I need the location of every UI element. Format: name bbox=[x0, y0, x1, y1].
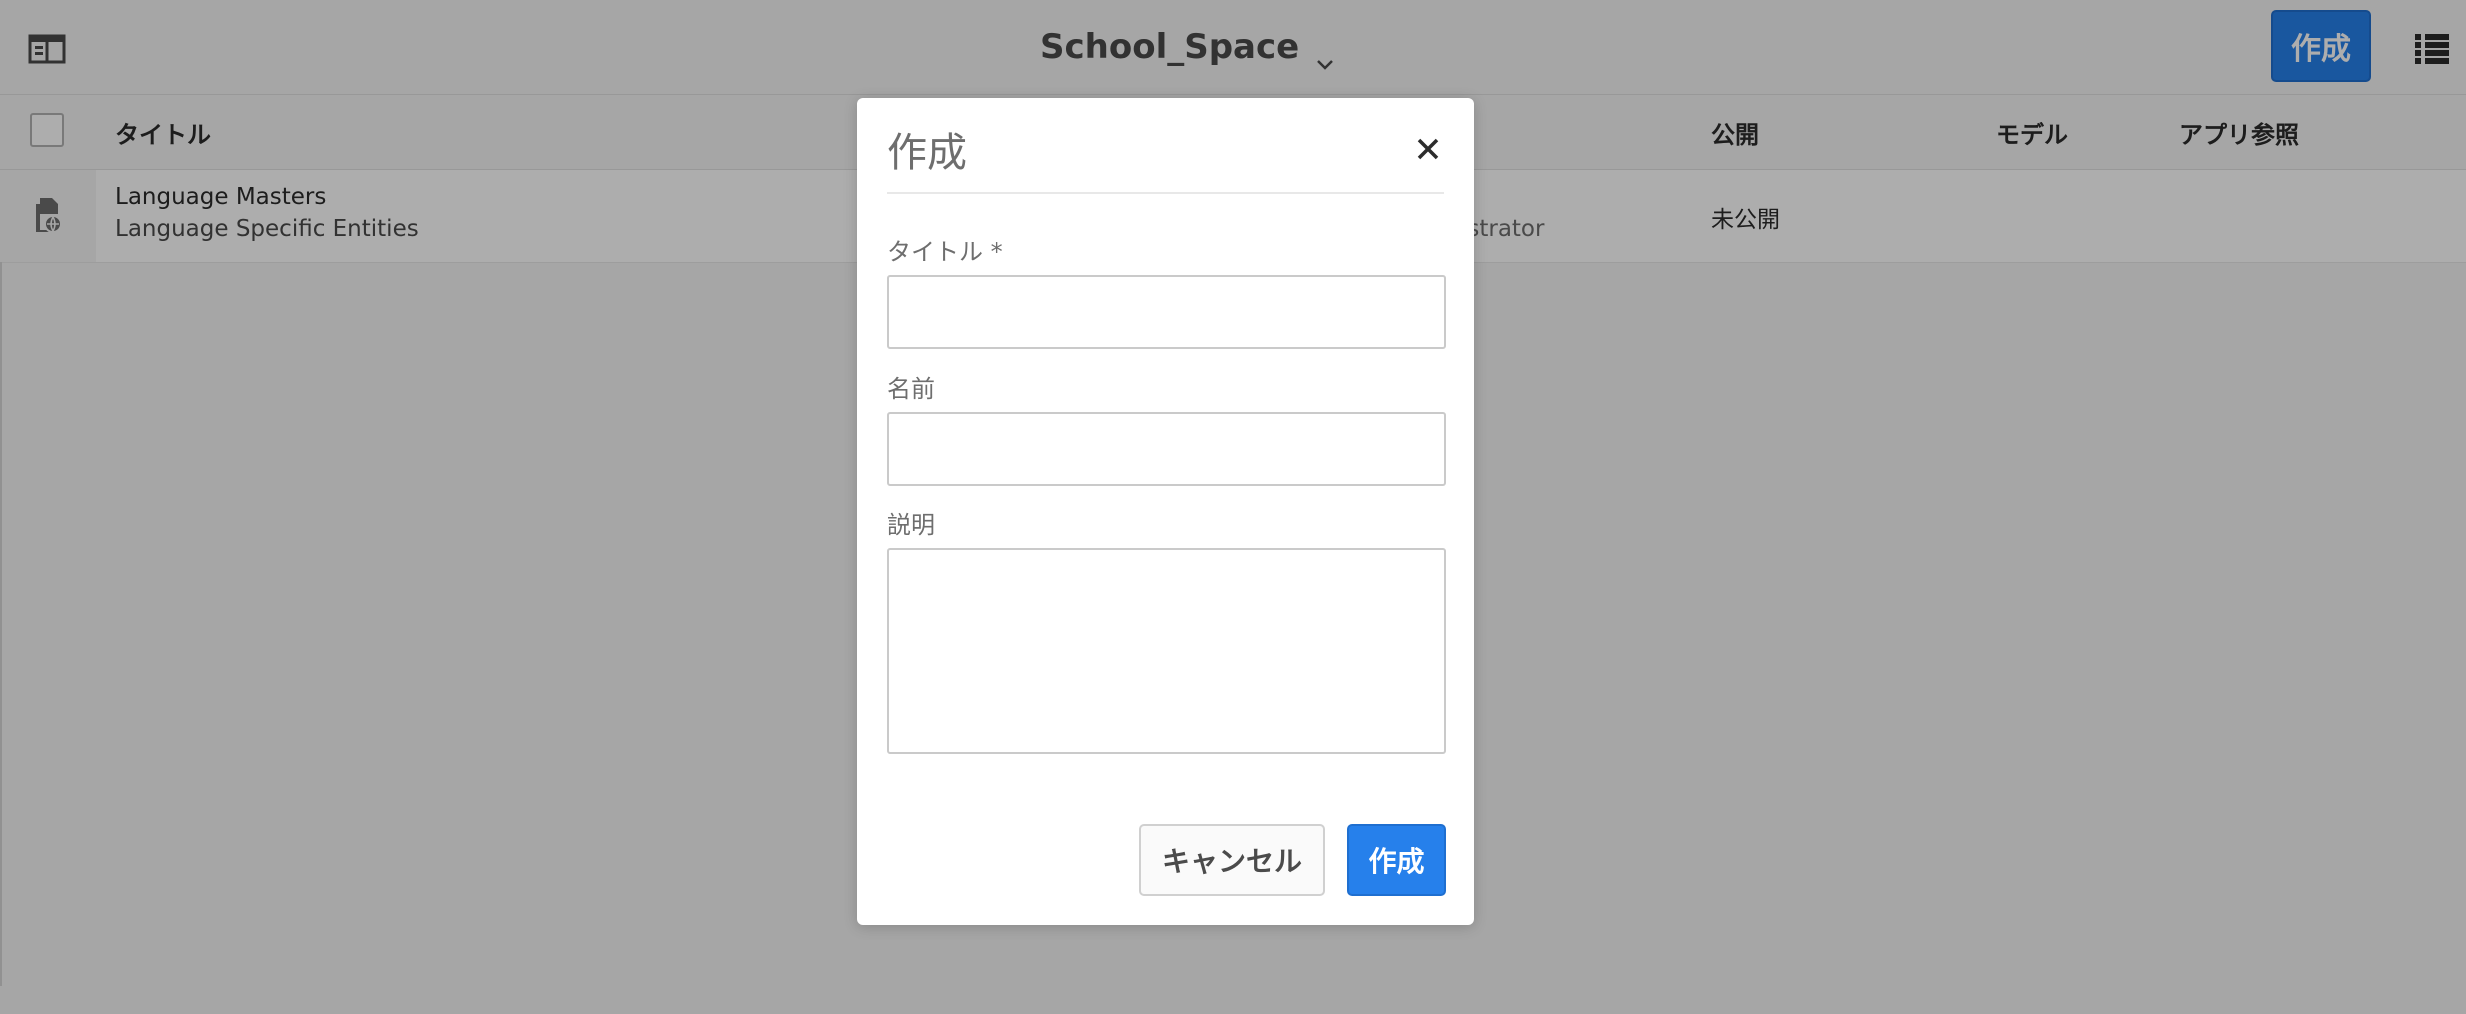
create-dialog: 作成 タイトル * 名前 説明 キャンセル 作成 bbox=[857, 98, 1474, 925]
close-icon[interactable] bbox=[1413, 134, 1443, 164]
create-button[interactable]: 作成 bbox=[1347, 824, 1446, 896]
name-field-label: 名前 bbox=[887, 375, 935, 403]
app-page: School_Space 作成 タイトル 公開 モデル アプリ参照 Langua… bbox=[0, 0, 2466, 1014]
description-field-label: 説明 bbox=[887, 511, 935, 539]
description-field[interactable] bbox=[887, 548, 1446, 754]
title-field-label: タイトル * bbox=[887, 238, 1003, 266]
title-field[interactable] bbox=[887, 275, 1446, 349]
dialog-divider bbox=[887, 192, 1444, 194]
name-field[interactable] bbox=[887, 412, 1446, 486]
dialog-title: 作成 bbox=[887, 130, 967, 176]
cancel-button[interactable]: キャンセル bbox=[1139, 824, 1325, 896]
